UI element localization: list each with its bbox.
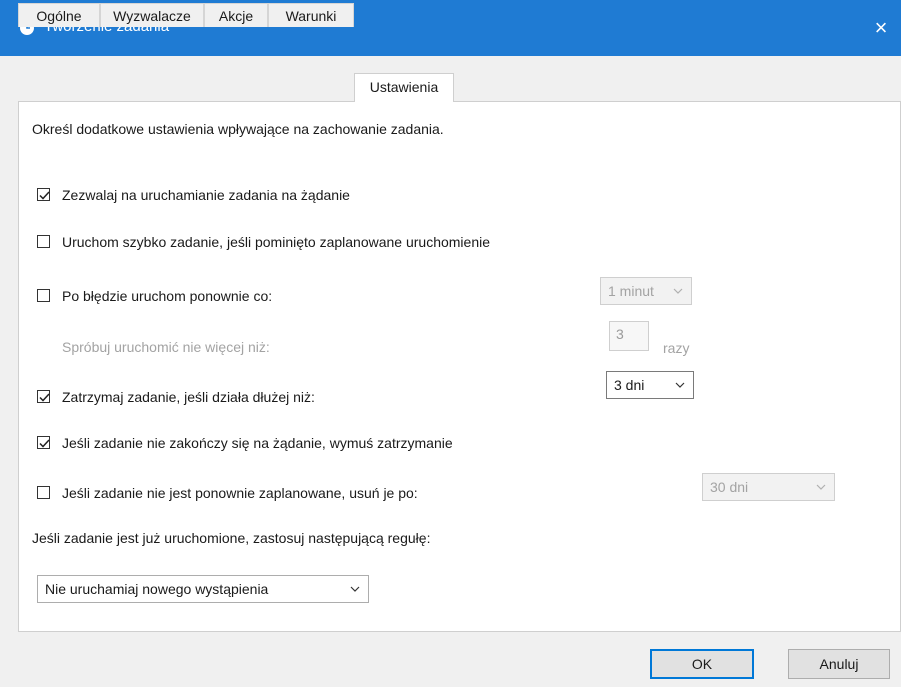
delete-after-select[interactable]: 30 dni (702, 473, 835, 501)
tab-label: Ogólne (36, 8, 82, 24)
restart-on-fail-label: Po błędzie uruchom ponownie co: (62, 288, 273, 304)
run-asap-checkbox[interactable] (37, 235, 50, 248)
tab-label: Wyzwalacze (113, 8, 191, 24)
retry-count-value: 3 (616, 326, 624, 342)
checkmark-icon (39, 191, 50, 200)
running-rule-select[interactable]: Nie uruchamiaj nowego wystąpienia (37, 575, 369, 603)
tab-actions[interactable]: Akcje (204, 3, 268, 27)
run-asap-label: Uruchom szybko zadanie, jeśli pominięto … (62, 234, 491, 250)
retry-unit-label: razy (663, 340, 690, 356)
checkmark-icon (39, 439, 50, 448)
chevron-down-icon (816, 484, 826, 490)
checkmark-icon (39, 393, 50, 402)
tab-label: Warunki (285, 8, 337, 24)
chevron-down-icon (350, 586, 360, 592)
restart-interval-select[interactable]: 1 minut (600, 277, 692, 305)
delete-if-not-scheduled-label: Jeśli zadanie nie jest ponownie zaplanow… (62, 485, 418, 501)
running-rule-label: Jeśli zadanie jest już uruchomione, zast… (32, 530, 431, 546)
tab-triggers[interactable]: Wyzwalacze (100, 3, 204, 27)
force-stop-checkbox[interactable] (37, 436, 50, 449)
allow-on-demand-checkbox[interactable] (37, 188, 50, 201)
ok-button[interactable]: OK (650, 649, 754, 679)
restart-interval-value: 1 minut (608, 283, 654, 299)
cancel-button[interactable]: Anuluj (788, 649, 890, 679)
restart-on-fail-checkbox[interactable] (37, 289, 50, 302)
allow-on-demand-label: Zezwalaj na uruchamianie zadania na żąda… (62, 187, 350, 203)
retry-count-label: Spróbuj uruchomić nie więcej niż: (62, 339, 270, 355)
delete-if-not-scheduled-checkbox[interactable] (37, 486, 50, 499)
chevron-down-icon (675, 382, 685, 388)
settings-panel (18, 101, 901, 632)
tab-conditions[interactable]: Warunki (268, 3, 354, 27)
chevron-down-icon (673, 288, 683, 294)
close-button[interactable]: × (861, 10, 901, 46)
close-icon: × (874, 15, 888, 40)
stop-duration-value: 3 dni (614, 377, 645, 393)
settings-description: Określ dodatkowe ustawienia wpływające n… (32, 121, 444, 137)
tab-settings[interactable]: Ustawienia (354, 73, 454, 102)
retry-count-input[interactable]: 3 (609, 321, 649, 351)
delete-after-value: 30 dni (710, 479, 749, 495)
force-stop-label: Jeśli zadanie nie zakończy się na żądani… (62, 435, 453, 451)
tab-general[interactable]: Ogólne (18, 3, 100, 27)
running-rule-value: Nie uruchamiaj nowego wystąpienia (45, 581, 269, 597)
stop-if-longer-label: Zatrzymaj zadanie, jeśli działa dłużej n… (62, 389, 315, 405)
stop-duration-select[interactable]: 3 dni (606, 371, 694, 399)
stop-if-longer-checkbox[interactable] (37, 390, 50, 403)
tab-label: Ustawienia (369, 79, 439, 95)
tab-label: Akcje (218, 8, 254, 24)
